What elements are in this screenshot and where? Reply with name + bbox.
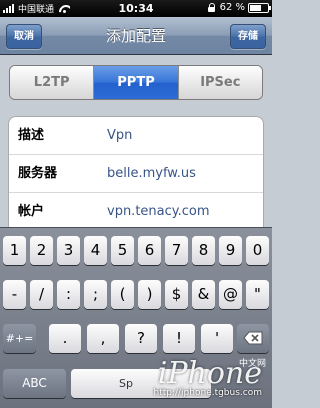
watermark: 中文网 iPhone http://iphone.tgbus.com bbox=[96, 356, 266, 406]
segment-l2tp[interactable]: L2TP bbox=[10, 66, 95, 99]
key-exclamation[interactable]: ! bbox=[163, 324, 195, 353]
key-2[interactable]: 2 bbox=[30, 236, 53, 265]
account-field[interactable]: vpn.tenacy.com bbox=[107, 193, 210, 231]
server-label: 服务器 bbox=[18, 166, 58, 181]
key-close-paren[interactable]: ) bbox=[138, 280, 161, 309]
key-comma[interactable]: , bbox=[87, 324, 119, 353]
segment-pptp[interactable]: PPTP bbox=[94, 66, 179, 99]
key-5[interactable]: 5 bbox=[111, 236, 134, 265]
key-semicolon[interactable]: ; bbox=[84, 280, 107, 309]
key-4[interactable]: 4 bbox=[84, 236, 107, 265]
account-label: 帐户 bbox=[18, 204, 45, 219]
key-question[interactable]: ? bbox=[125, 324, 157, 353]
battery-icon bbox=[248, 2, 271, 13]
key-3[interactable]: 3 bbox=[57, 236, 80, 265]
key-9[interactable]: 9 bbox=[219, 236, 242, 265]
key-ampersand[interactable]: & bbox=[192, 280, 215, 309]
key-slash[interactable]: / bbox=[30, 280, 53, 309]
backspace-icon bbox=[243, 331, 263, 345]
page-title: 添加配置 bbox=[105, 27, 166, 45]
key-open-paren[interactable]: ( bbox=[111, 280, 134, 309]
key-1[interactable]: 1 bbox=[3, 236, 26, 265]
cancel-button[interactable]: 取消 bbox=[6, 24, 42, 49]
symbols-key[interactable]: #+= bbox=[3, 324, 36, 353]
server-field[interactable]: belle.myfw.us bbox=[107, 155, 196, 193]
key-0[interactable]: 0 bbox=[246, 236, 269, 265]
key-quote[interactable]: " bbox=[246, 280, 269, 309]
vpn-type-segmented-control: L2TP PPTP IPSec bbox=[9, 65, 263, 100]
watermark-brand: iPhone bbox=[157, 356, 262, 391]
server-row[interactable]: 服务器 belle.myfw.us bbox=[9, 155, 263, 193]
watermark-url: http://iphone.tgbus.com bbox=[153, 388, 262, 398]
key-8[interactable]: 8 bbox=[192, 236, 215, 265]
key-period[interactable]: . bbox=[49, 324, 81, 353]
key-7[interactable]: 7 bbox=[165, 236, 188, 265]
segment-ipsec[interactable]: IPSec bbox=[178, 66, 262, 99]
key-at[interactable]: @ bbox=[219, 280, 242, 309]
battery-percent: 62 % bbox=[219, 2, 245, 13]
description-label: 描述 bbox=[18, 128, 45, 143]
description-field[interactable]: Vpn bbox=[107, 117, 132, 155]
navigation-bar: 取消 添加配置 存储 bbox=[0, 17, 272, 55]
vpn-settings-group: 描述 Vpn 服务器 belle.myfw.us 帐户 vpn.tenacy.c… bbox=[8, 116, 264, 236]
key-colon[interactable]: : bbox=[57, 280, 80, 309]
description-row[interactable]: 描述 Vpn bbox=[9, 117, 263, 155]
orientation-lock-icon bbox=[207, 3, 216, 12]
abc-key[interactable]: ABC bbox=[3, 369, 66, 398]
status-bar: 中国联通 10:34 62 % bbox=[0, 0, 272, 17]
save-button[interactable]: 存储 bbox=[230, 24, 266, 49]
account-row[interactable]: 帐户 vpn.tenacy.com bbox=[9, 193, 263, 231]
key-6[interactable]: 6 bbox=[138, 236, 161, 265]
key-hyphen[interactable]: - bbox=[3, 280, 26, 309]
key-apostrophe[interactable]: ' bbox=[201, 324, 233, 353]
backspace-key[interactable] bbox=[237, 324, 269, 353]
key-dollar[interactable]: $ bbox=[165, 280, 188, 309]
